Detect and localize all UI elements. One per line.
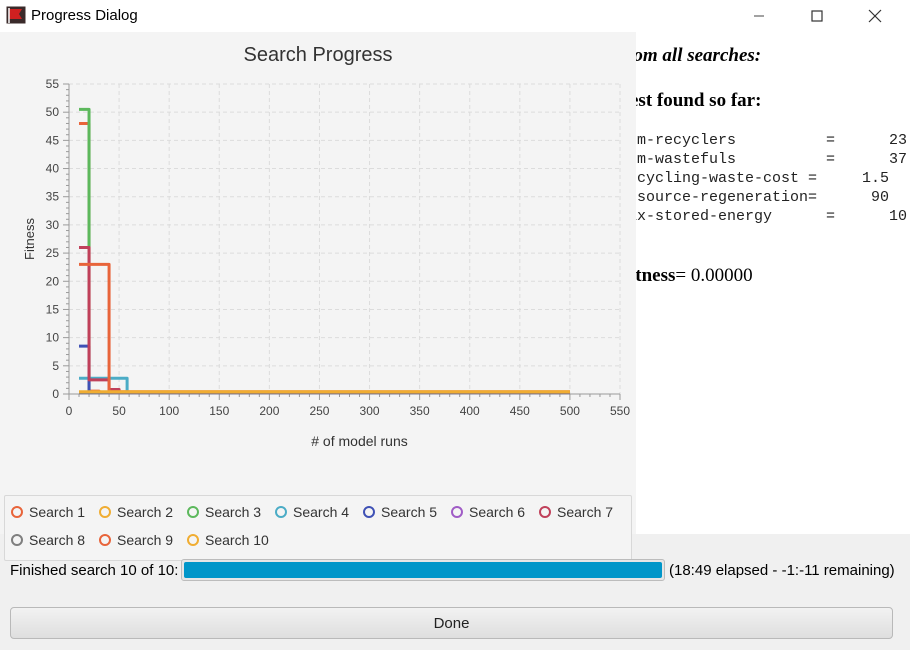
minimize-button[interactable]	[736, 0, 782, 32]
maximize-icon	[811, 10, 823, 22]
series-line-9	[79, 262, 570, 394]
x-tick-label: 150	[209, 404, 229, 418]
legend-label: Search 3	[205, 504, 262, 520]
results-panel: rom all searches: est found so far: um-r…	[636, 32, 910, 534]
legend-item-search-3: Search 3	[187, 504, 261, 520]
param-num-wastefuls: um-wastefuls = 37	[636, 151, 908, 168]
y-tick-label: 0	[52, 387, 59, 401]
maximize-button[interactable]	[794, 0, 840, 32]
y-axis-label: Fitness	[22, 218, 37, 260]
legend-marker-icon	[99, 534, 111, 546]
y-tick-label: 35	[46, 190, 60, 204]
legend-item-search-8: Search 8	[11, 532, 85, 548]
legend-item-search-10: Search 10	[187, 532, 269, 548]
best-found-label: est found so far:	[636, 90, 762, 111]
legend-marker-icon	[187, 534, 199, 546]
x-tick-label: 0	[66, 404, 73, 418]
fitness-label: itness	[636, 265, 676, 286]
series-line-5	[79, 344, 570, 394]
y-tick-label: 10	[46, 331, 60, 345]
y-tick-label: 25	[46, 246, 60, 260]
progress-bar	[181, 559, 665, 581]
legend-label: Search 4	[293, 504, 350, 520]
legend-item-search-6: Search 6	[451, 504, 525, 520]
fitness-result: itness= 0.00000	[636, 265, 753, 287]
y-tick-label: 15	[46, 302, 60, 316]
x-tick-label: 350	[410, 404, 430, 418]
results-header: rom all searches:	[636, 45, 762, 66]
legend-item-search-4: Search 4	[275, 504, 349, 520]
legend-item-search-5: Search 5	[363, 504, 437, 520]
legend-label: Search 2	[117, 504, 174, 520]
legend-item-search-7: Search 7	[539, 504, 613, 520]
progress-bar-fill	[184, 562, 662, 578]
x-tick-label: 550	[610, 404, 630, 418]
chart-legend: Search 1 Search 2 Search 3 Search 4 Search 5…	[4, 495, 632, 561]
x-tick-label: 500	[560, 404, 580, 418]
legend-marker-icon	[539, 506, 551, 518]
chart-panel: Search Progress 0 50 100 150 200 250 300 350 400…	[0, 32, 636, 561]
legend-label: Search 1	[29, 504, 86, 520]
series-line-7	[79, 245, 570, 394]
y-tick-label: 50	[46, 105, 60, 119]
search-progress-chart: 0 50 100 150 200 250 300 350 400 450 500 550 0 5 10 15 2…	[22, 77, 630, 449]
x-axis-label: # of model runs	[311, 433, 408, 449]
legend-label: Search 10	[205, 532, 269, 548]
y-tick-label: 20	[46, 274, 60, 288]
x-tick-label: 250	[309, 404, 329, 418]
legend-label: Search 7	[557, 504, 614, 520]
close-button[interactable]	[852, 0, 898, 32]
y-tick-label: 45	[46, 133, 60, 147]
legend-label: Search 6	[469, 504, 526, 520]
elapsed-time: (18:49 elapsed - -1:-11 remaining)	[669, 562, 895, 579]
legend-item-search-2: Search 2	[99, 504, 173, 520]
close-icon	[868, 9, 882, 23]
app-flag-icon	[6, 6, 26, 24]
y-tick-label: 40	[46, 162, 60, 176]
legend-label: Search 9	[117, 532, 174, 548]
legend-label: Search 5	[381, 504, 438, 520]
title-bar: Progress Dialog	[0, 0, 910, 32]
x-tick-label: 400	[460, 404, 480, 418]
window-title: Progress Dialog	[31, 7, 138, 24]
legend-marker-icon	[187, 506, 199, 518]
param-recycling-waste-cost: ecycling-waste-cost = 1.5	[636, 170, 890, 187]
legend-label: Search 8	[29, 532, 86, 548]
x-tick-label: 450	[510, 404, 530, 418]
y-tick-label: 30	[46, 218, 60, 232]
legend-marker-icon	[11, 534, 23, 546]
param-max-stored-energy: ax-stored-energy = 10	[636, 208, 908, 225]
minimize-icon	[754, 15, 764, 17]
series-line-3	[79, 107, 570, 395]
fitness-value: = 0.00000	[675, 265, 753, 286]
param-num-recyclers: um-recyclers = 23	[636, 132, 908, 149]
legend-marker-icon	[451, 506, 463, 518]
x-tick-label: 200	[259, 404, 279, 418]
legend-marker-icon	[275, 506, 287, 518]
x-tick-label: 50	[112, 404, 126, 418]
series-line-1	[79, 121, 570, 394]
x-tick-label: 100	[159, 404, 179, 418]
x-tick-label: 300	[360, 404, 380, 418]
legend-marker-icon	[11, 506, 23, 518]
param-resource-regeneration: esource-regeneration= 90	[636, 189, 890, 206]
legend-marker-icon	[99, 506, 111, 518]
done-button[interactable]: Done	[10, 607, 893, 639]
status-label: Finished search 10 of 10:	[10, 562, 179, 579]
legend-item-search-1: Search 1	[11, 504, 85, 520]
legend-marker-icon	[363, 506, 375, 518]
legend-item-search-9: Search 9	[99, 532, 173, 548]
y-tick-label: 5	[52, 359, 59, 373]
y-tick-label: 55	[46, 77, 60, 91]
